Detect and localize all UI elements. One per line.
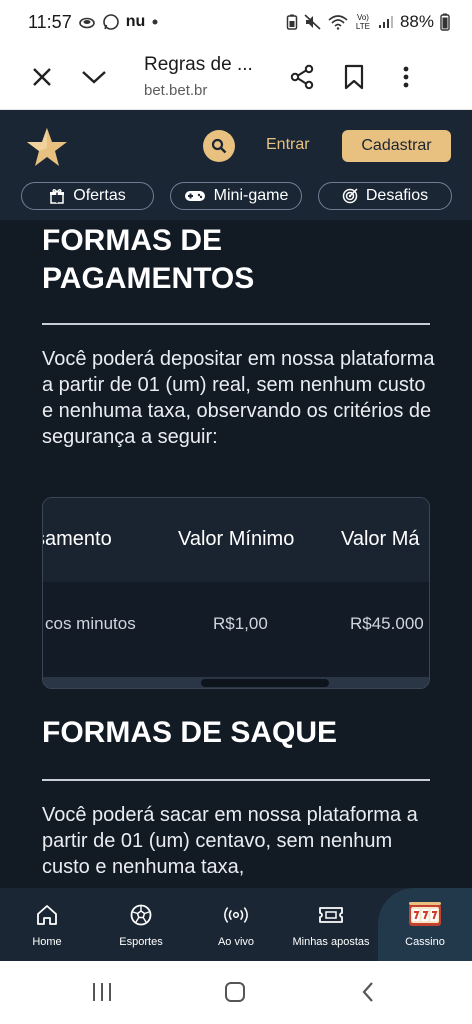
nav-home-label: Home xyxy=(32,935,62,948)
signup-button[interactable]: Cadastrar xyxy=(342,130,451,162)
nav-minhas-apostas[interactable]: Minhas apostas xyxy=(286,888,376,961)
page-title: Regras de ... xyxy=(144,54,253,75)
menu-button[interactable] xyxy=(380,51,432,103)
search-icon xyxy=(211,138,227,154)
recent-apps-button[interactable] xyxy=(87,977,117,1007)
live-icon xyxy=(223,902,249,928)
close-icon xyxy=(33,67,51,86)
pill-mini-game-label: Mini-game xyxy=(213,187,289,204)
wifi-icon xyxy=(328,14,348,30)
page-url: bet.bet.br xyxy=(144,82,208,99)
cloud-icon xyxy=(78,15,96,29)
nav-ao-vivo[interactable]: Ao vivo xyxy=(206,888,266,961)
slot-machine-icon xyxy=(408,901,442,928)
whatsapp-icon xyxy=(102,13,120,31)
chevron-left-icon xyxy=(362,982,373,1002)
bottom-navigation: Home Esportes Ao vivo Minhas apostas Cas… xyxy=(0,888,472,961)
divider xyxy=(42,779,430,781)
bookmark-button[interactable] xyxy=(328,51,380,103)
chevron-down-icon xyxy=(82,70,106,84)
logo-star-icon[interactable] xyxy=(26,126,68,168)
pill-desafios-label: Desafios xyxy=(365,187,429,204)
more-vertical-icon xyxy=(403,66,409,87)
home-square-icon xyxy=(225,982,245,1002)
recent-apps-icon xyxy=(93,983,111,1001)
nav-minhas-apostas-label: Minhas apostas xyxy=(292,935,370,948)
gift-icon xyxy=(50,189,65,204)
withdraw-text: Você poderá sacar em nossa plataforma a … xyxy=(42,804,418,878)
status-bar: 11:57 nu Vo) LTE 88% xyxy=(0,0,472,44)
login-link[interactable]: Entrar xyxy=(266,136,310,154)
table-cell: R$1,00 xyxy=(213,614,268,633)
withdraw-heading: FORMAS DE SAQUE xyxy=(42,716,338,749)
pill-desafios[interactable]: Desafios xyxy=(318,182,452,210)
page-info[interactable]: Regras de ... bet.bet.br xyxy=(144,54,264,99)
ticket-icon xyxy=(318,902,344,928)
battery-level: 88% xyxy=(399,12,434,31)
site-header: Entrar Cadastrar Ofertas Mini-game Desaf… xyxy=(0,110,472,220)
battery-icon xyxy=(440,13,450,31)
more-notifications-dot-icon xyxy=(151,18,159,26)
close-tab-button[interactable] xyxy=(16,51,68,103)
home-icon xyxy=(34,902,60,928)
nav-ao-vivo-label: Ao vivo xyxy=(217,935,255,948)
bookmark-icon xyxy=(344,64,364,89)
table-cell: cos minutos xyxy=(45,614,136,633)
rules-content[interactable]: FORMAS DE PAGAMENTOS Você poderá deposit… xyxy=(0,220,472,888)
mute-icon xyxy=(304,14,322,30)
collapse-button[interactable] xyxy=(68,51,120,103)
gamepad-icon xyxy=(184,191,205,201)
pill-ofertas-label: Ofertas xyxy=(73,187,126,204)
payments-heading: FORMAS DE PAGAMENTOS xyxy=(42,224,255,295)
battery-saver-icon xyxy=(286,14,298,30)
system-navigation-bar xyxy=(0,961,472,1024)
nav-esportes-label: Esportes xyxy=(119,935,163,948)
table-header-cell: Valor Má xyxy=(341,528,420,550)
soccer-ball-icon xyxy=(128,902,154,928)
network-label: Vo) LTE xyxy=(355,13,370,31)
table-header-cell: samento xyxy=(42,528,112,550)
pill-mini-game[interactable]: Mini-game xyxy=(170,182,302,210)
back-button[interactable] xyxy=(353,977,383,1007)
home-system-button[interactable] xyxy=(220,977,250,1007)
nav-cassino[interactable]: Cassino xyxy=(388,888,462,961)
nav-esportes[interactable]: Esportes xyxy=(108,888,174,961)
divider xyxy=(42,323,430,325)
share-icon xyxy=(290,64,314,89)
nav-cassino-label: Cassino xyxy=(405,935,445,948)
nu-app-icon: nu xyxy=(125,13,146,30)
table-cell: R$45.000 xyxy=(350,614,424,633)
table-header-cell: Valor Mínimo xyxy=(178,528,295,550)
share-button[interactable] xyxy=(276,51,328,103)
payment-limits-table[interactable]: samento Valor Mínimo Valor Má cos minuto… xyxy=(42,497,430,689)
horizontal-scrollbar-thumb[interactable] xyxy=(201,679,329,687)
payments-text: Você poderá depositar em nossa plataform… xyxy=(42,348,435,448)
search-button[interactable] xyxy=(203,130,235,162)
target-icon xyxy=(342,188,358,204)
browser-toolbar: Regras de ... bet.bet.br xyxy=(0,44,472,110)
signal-icon xyxy=(378,15,394,29)
nav-home[interactable]: Home xyxy=(17,888,77,961)
status-time: 11:57 xyxy=(28,11,72,32)
pill-ofertas[interactable]: Ofertas xyxy=(21,182,154,210)
